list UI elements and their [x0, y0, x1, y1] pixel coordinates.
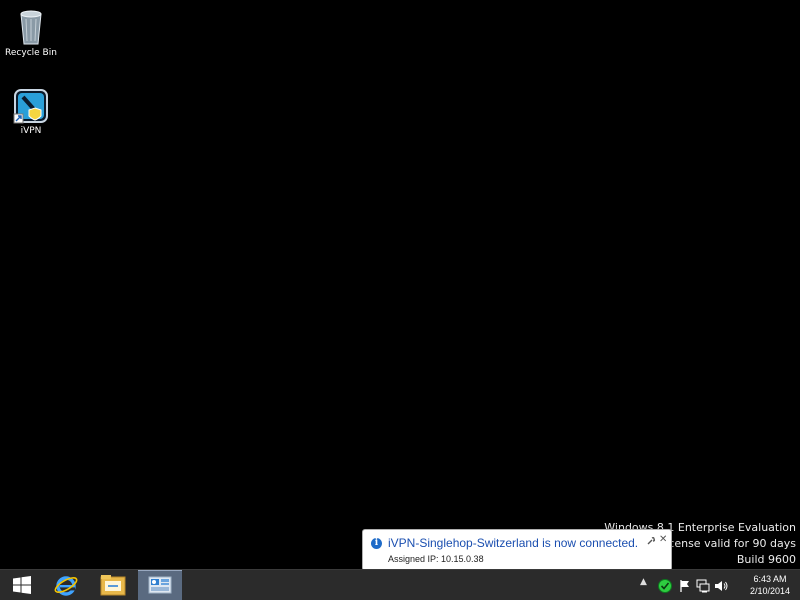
recycle-bin-label: Recycle Bin — [5, 48, 57, 58]
clock-date: 2/10/2014 — [749, 586, 790, 596]
system-tray: ▲ 6:43 AM 2/10/2014 — [630, 570, 800, 600]
show-hidden-icons-chevron[interactable]: ▲ — [640, 577, 654, 591]
vpn-connected-notification[interactable]: i iVPN-Singlehop-Switzerland is now conn… — [362, 529, 672, 580]
clock-time: 6:43 AM — [753, 574, 787, 584]
notification-title: iVPN-Singlehop-Switzerland is now connec… — [388, 536, 639, 550]
info-icon: i — [371, 538, 382, 549]
start-button[interactable] — [0, 570, 44, 600]
recycle-bin-icon — [20, 10, 42, 45]
clock[interactable]: 6:43 AM 2/10/2014 — [750, 573, 790, 597]
ivpn-label: iVPN — [20, 126, 42, 136]
wrench-icon[interactable] — [646, 536, 656, 546]
volume-icon[interactable] — [714, 578, 728, 592]
close-icon[interactable]: ✕ — [659, 534, 669, 546]
ivpn-tray-icon[interactable] — [658, 578, 672, 593]
file-explorer-icon — [100, 575, 126, 596]
server-manager-icon — [148, 576, 172, 593]
desktop-icon-recycle-bin[interactable]: Recycle Bin — [0, 4, 62, 58]
action-center-flag-icon[interactable] — [678, 578, 692, 592]
taskbar: ▲ 6:43 AM 2/10/2014 — [0, 569, 800, 600]
notification-body: Assigned IP: 10.15.0.38 — [388, 554, 484, 564]
network-icon[interactable] — [696, 578, 710, 593]
start-icon — [13, 576, 31, 594]
server-manager-button[interactable] — [138, 570, 182, 600]
internet-explorer-icon — [54, 576, 78, 596]
desktop-icon-ivpn[interactable]: iVPN — [0, 86, 62, 136]
internet-explorer-button[interactable] — [44, 570, 88, 600]
ivpn-app-icon — [13, 89, 48, 124]
file-explorer-button[interactable] — [91, 570, 135, 600]
